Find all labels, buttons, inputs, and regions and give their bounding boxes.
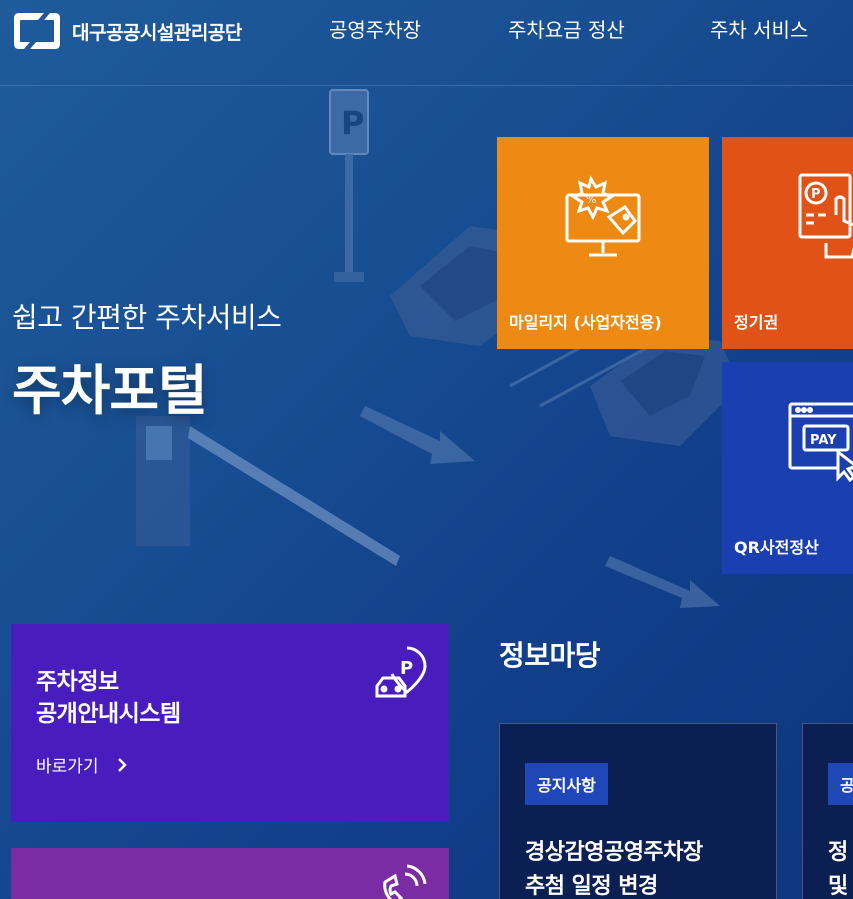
nav-parking-fee[interactable]: 주차요금 정산 [508,16,625,44]
notice-card[interactable]: 공지사항 경상감영공영주차장 추첨 일정 변경 [499,723,777,899]
tile-qr-prepay-label: QR사전정산 [734,538,819,557]
pay-browser-icon: PAY [788,402,853,482]
tile-mileage[interactable]: % 마일리지 (사업자전용) [497,137,709,349]
hero-subtitle: 쉽고 간편한 주차서비스 [12,301,282,334]
parking-info-title-line1: 주차정보 [36,669,119,695]
board-title: 정보마당 [499,639,601,672]
nav-parking-service[interactable]: 주차 서비스 [710,16,808,44]
notice-title: 경상감영공영주차장 추첨 일정 변경 [525,836,703,899]
svg-text:P: P [811,187,821,202]
notice-card[interactable]: 공 정 및 [802,723,853,899]
call-service-card[interactable] [11,848,449,899]
svg-text:P: P [400,658,413,679]
parking-info-title: 주차정보 공개안내시스템 [36,666,181,730]
discount-monitor-icon: % [565,175,641,257]
parking-info-link-label: 바로가기 [36,757,99,777]
parking-info-shortcut-link[interactable]: 바로가기 [36,752,127,777]
tile-mileage-label: 마일리지 (사업자전용) [509,313,662,332]
parking-info-title-line2: 공개안내시스템 [36,701,181,727]
notice-title-line2: 추첨 일정 변경 [525,874,658,899]
parking-ticket-hand-icon: P [798,173,853,259]
tile-qr-prepay[interactable]: PAY QR사전정산 [722,362,853,574]
notice-title-line1: 정 [828,840,848,865]
svg-text:%: % [586,193,596,206]
notice-badge: 공지사항 [525,763,608,805]
nav-public-parking[interactable]: 공영주차장 [329,16,421,44]
notice-title-line2: 및 [828,874,848,899]
tile-season-pass-label: 정기권 [734,313,779,332]
hero-title: 주차포털 [12,359,208,422]
svg-text:P: P [341,104,364,142]
tile-season-pass[interactable]: P 정기권 [722,137,853,349]
notice-badge: 공 [828,763,853,805]
car-parking-pin-icon: P [375,646,427,698]
main-nav: 공영주차장 주차요금 정산 주차 서비스 [0,16,853,46]
notice-title: 정 및 [828,836,848,899]
svg-text:PAY: PAY [810,433,837,448]
notice-title-line1: 경상감영공영주차장 [525,840,703,865]
phone-ring-icon [383,864,427,899]
chevron-right-icon [117,757,127,772]
site-header: 대구공공시설관리공단 공영주차장 주차요금 정산 주차 서비스 [0,0,853,86]
parking-info-card[interactable]: 주차정보 공개안내시스템 바로가기 P [11,624,449,822]
